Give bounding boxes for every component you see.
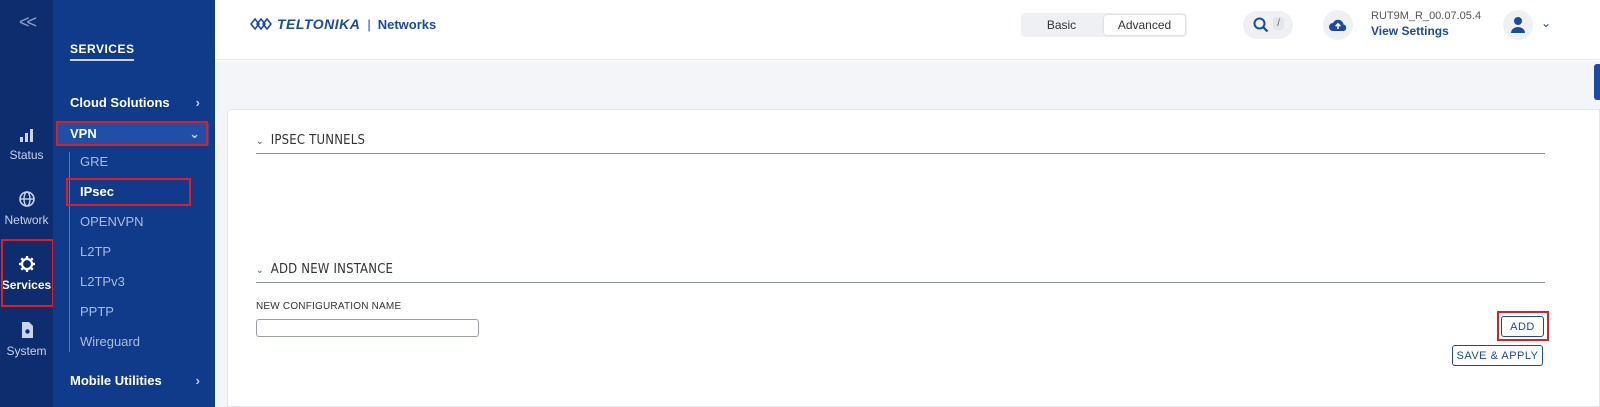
section-title-label: ADD NEW INSTANCE xyxy=(270,262,394,277)
rail-network-label: Network xyxy=(4,213,49,227)
chevron-right-icon: › xyxy=(195,373,200,388)
rail-system[interactable]: System xyxy=(0,320,53,358)
cloud-upload-icon xyxy=(1329,19,1347,31)
section-divider xyxy=(256,153,1545,154)
rail-status[interactable]: Status xyxy=(0,124,53,162)
search-icon xyxy=(1253,17,1269,33)
sidebar-item-cloud-solutions[interactable]: Cloud Solutions › xyxy=(70,95,200,110)
mode-basic-button[interactable]: Basic xyxy=(1021,13,1102,37)
section-ipsec-tunnels[interactable]: ⌄ IPSEC TUNNELS xyxy=(256,133,365,148)
new-config-name-label: NEW CONFIGURATION NAME xyxy=(256,301,402,312)
teltonika-logo[interactable]: TELTONIKA | Networks xyxy=(249,16,436,32)
submenu-item-l2tpv3[interactable]: L2TPv3 xyxy=(80,274,125,289)
firmware-version: RUT9M_R_00.07.05.4 xyxy=(1371,10,1482,22)
collapse-icon[interactable]: << xyxy=(0,12,53,33)
submenu-item-l2tp[interactable]: L2TP xyxy=(80,244,111,259)
rail-status-label: Status xyxy=(9,148,44,162)
cloud-upload-button[interactable] xyxy=(1323,10,1353,40)
rail-system-label: System xyxy=(6,344,47,358)
chevron-down-icon: ⌄ xyxy=(256,265,264,276)
user-icon xyxy=(1511,17,1525,33)
icon-rail: << Status Network Services System xyxy=(0,0,53,407)
section-title-label: IPSEC TUNNELS xyxy=(270,133,366,148)
highlight-vpn xyxy=(56,121,208,146)
highlight-ipsec xyxy=(66,178,191,206)
sidebar-item-mobile-utilities[interactable]: Mobile Utilities › xyxy=(70,373,200,388)
brand-networks: Networks xyxy=(377,16,437,32)
submenu-item-openvpn[interactable]: OPENVPN xyxy=(80,214,144,229)
submenu-item-wireguard[interactable]: Wireguard xyxy=(80,334,140,349)
section-add-new-instance[interactable]: ⌄ ADD NEW INSTANCE xyxy=(256,262,393,277)
rail-network[interactable]: Network xyxy=(0,189,53,227)
brand-name: TELTONIKA xyxy=(277,16,361,32)
highlight-add xyxy=(1497,311,1549,341)
save-apply-button[interactable]: SAVE & APPLY xyxy=(1452,345,1543,366)
submenu-item-gre[interactable]: GRE xyxy=(80,154,108,169)
user-menu-button[interactable] xyxy=(1503,10,1533,40)
submenu-item-pptp[interactable]: PPTP xyxy=(80,304,114,319)
scroll-handle[interactable] xyxy=(1594,64,1600,100)
globe-icon xyxy=(18,191,35,207)
chevron-down-icon[interactable]: ⌄ xyxy=(1541,16,1551,30)
sidebar-item-label: Cloud Solutions xyxy=(70,95,170,110)
search-button[interactable]: / xyxy=(1243,11,1293,39)
mode-toggle: Basic Advanced xyxy=(1021,13,1187,37)
sidebar-item-label: Mobile Utilities xyxy=(70,373,162,388)
new-config-name-input[interactable] xyxy=(256,319,479,337)
brand-separator: | xyxy=(367,16,371,32)
search-shortcut: / xyxy=(1273,17,1284,30)
section-divider xyxy=(256,282,1545,283)
teltonika-mark-icon xyxy=(249,17,273,31)
view-settings-link[interactable]: View Settings xyxy=(1371,24,1449,38)
mode-advanced-button[interactable]: Advanced xyxy=(1104,15,1185,35)
highlight-services xyxy=(1,239,54,307)
app-root: << Status Network Services System SERVIC… xyxy=(0,0,1600,407)
chevron-right-icon: › xyxy=(195,95,200,110)
system-icon xyxy=(21,322,33,338)
signal-icon xyxy=(19,129,33,142)
top-header: TELTONIKA | Networks Basic Advanced / RU… xyxy=(215,0,1600,60)
chevron-down-icon: ⌄ xyxy=(256,136,264,147)
sidebar-title: SERVICES xyxy=(70,42,135,61)
